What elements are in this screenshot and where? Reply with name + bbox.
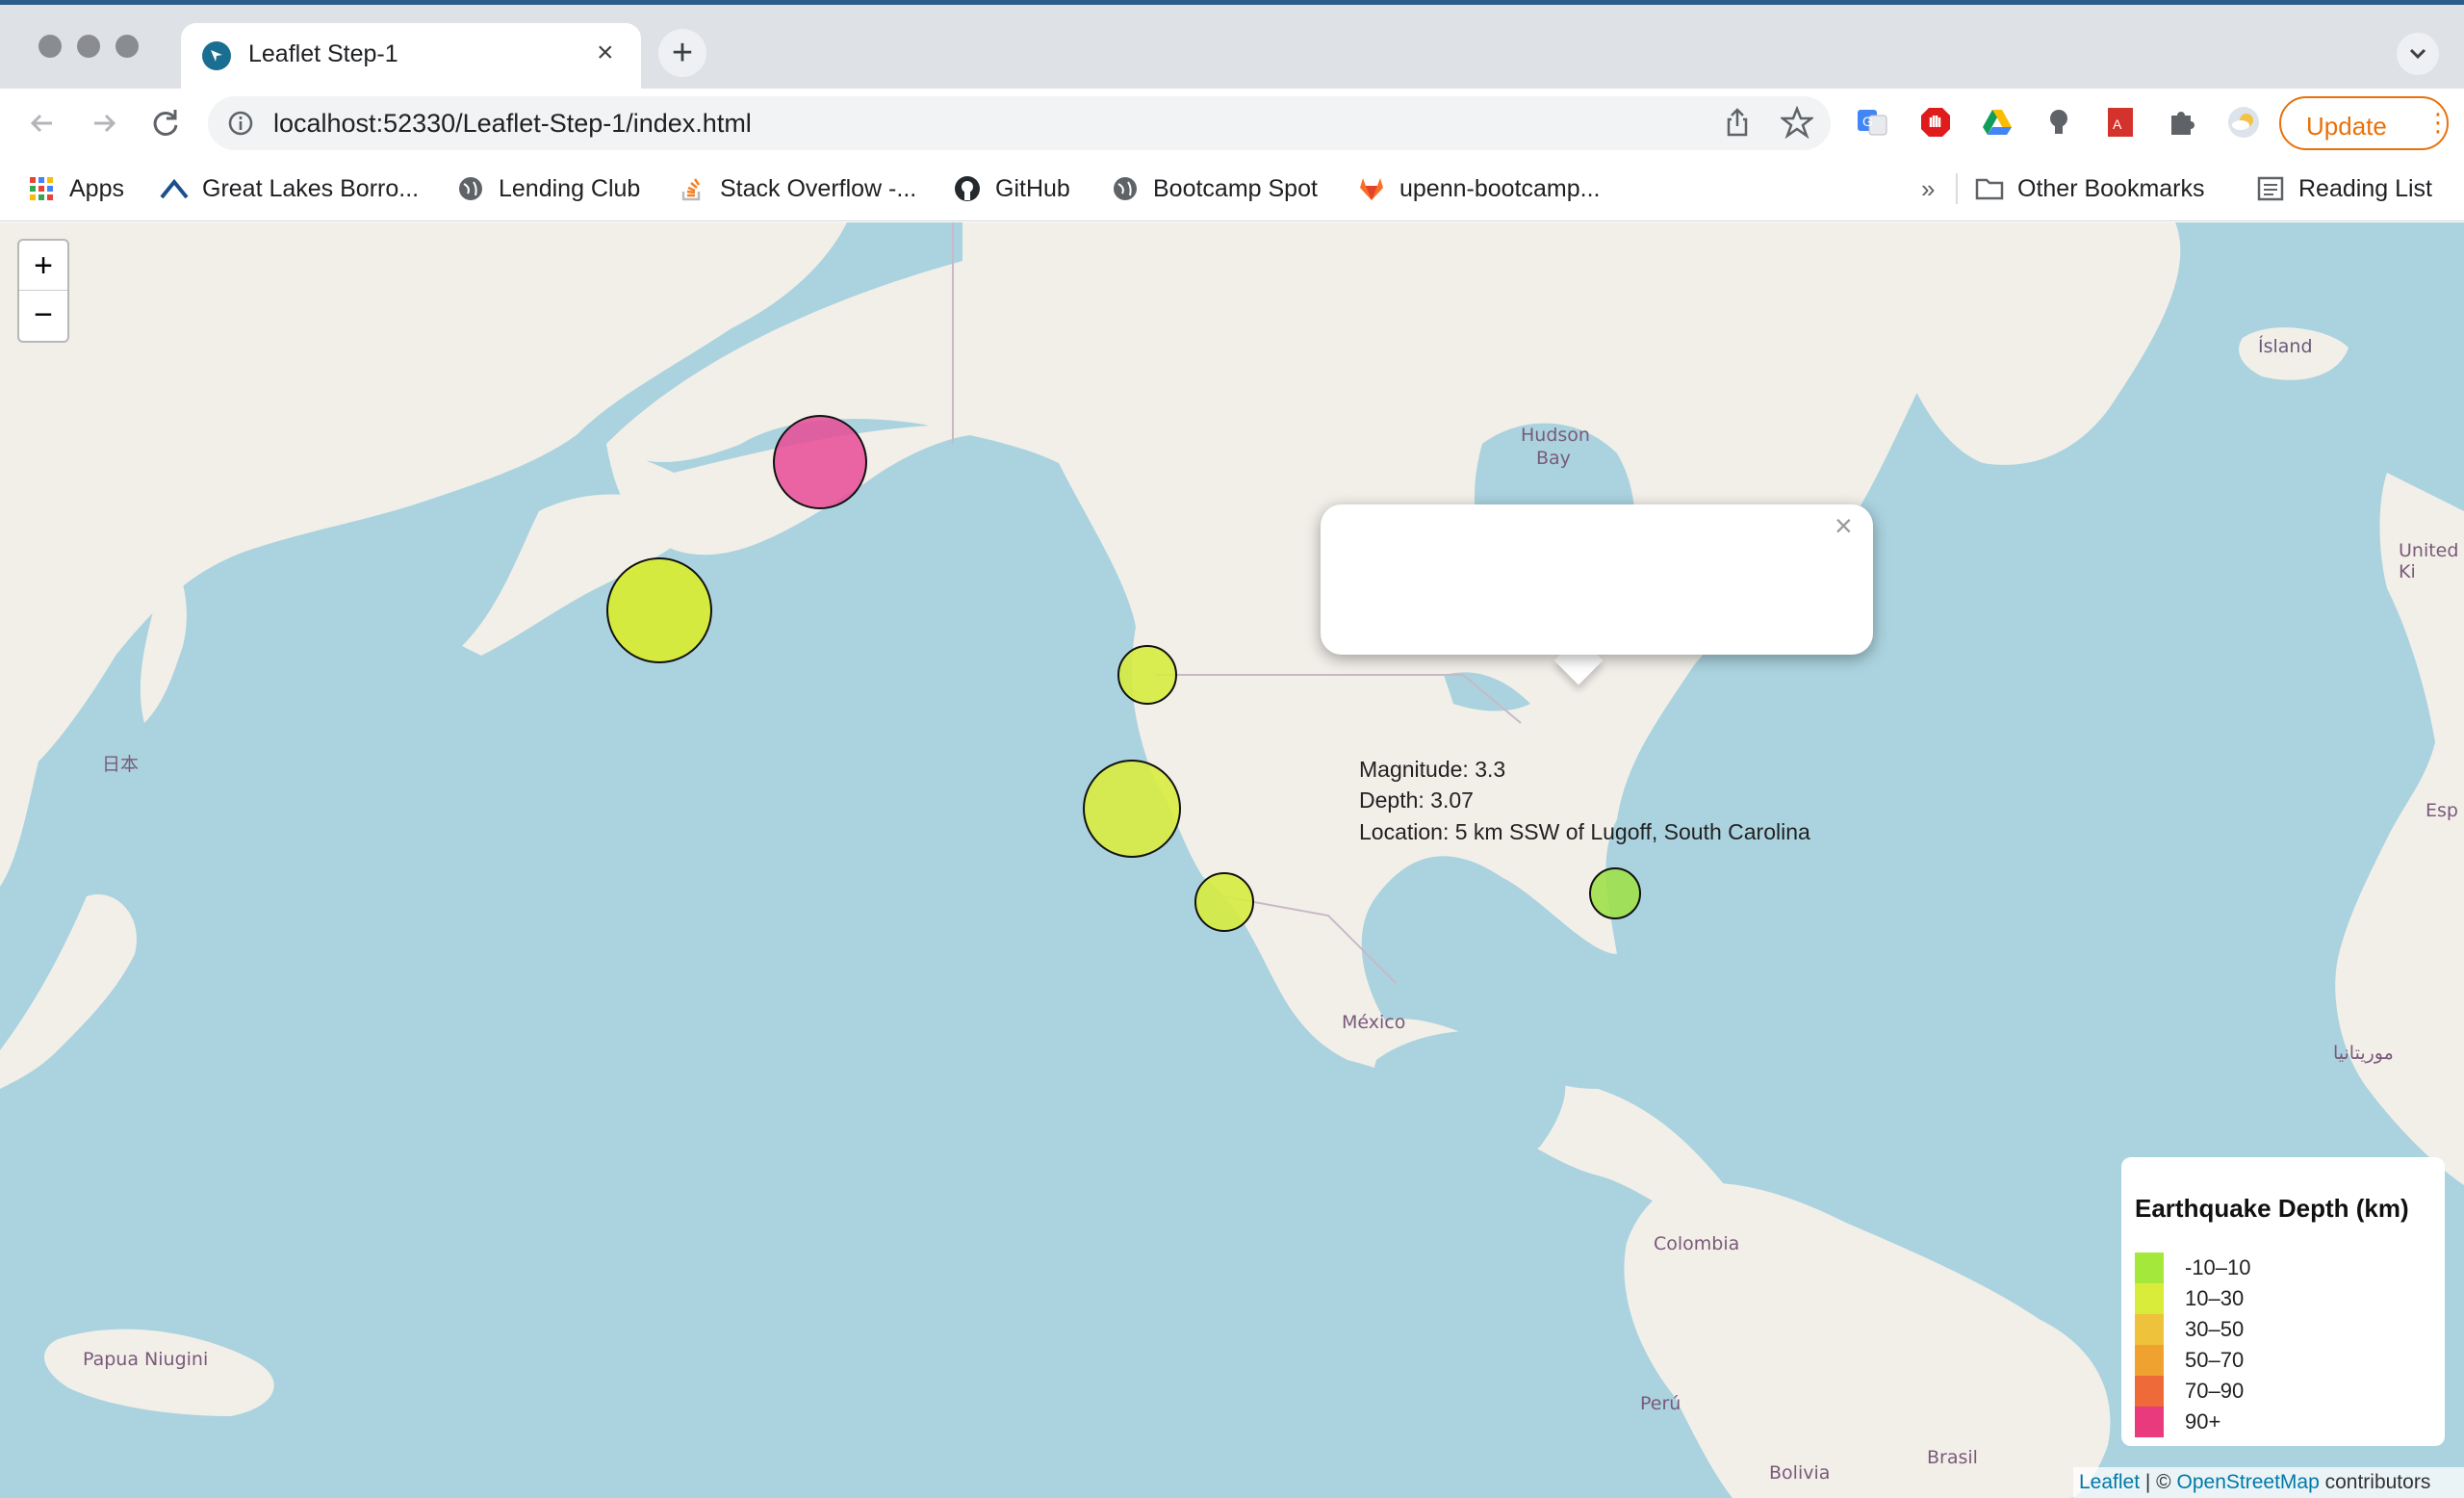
- tab-strip: Leaflet Step-1 × +: [0, 0, 2464, 89]
- legend-swatch: [2135, 1345, 2164, 1376]
- map-attribution: Leaflet | © OpenStreetMap contributors: [2073, 1467, 2464, 1498]
- svg-text:G: G: [1862, 114, 1873, 129]
- other-bookmarks-label: Other Bookmarks: [2017, 174, 2205, 202]
- zoom-out-button[interactable]: −: [19, 292, 67, 342]
- alaska-quake[interactable]: [773, 415, 867, 509]
- bookmark-label: Great Lakes Borro...: [202, 174, 420, 202]
- bookmark-upenn-bootcamp[interactable]: upenn-bootcamp...: [1357, 169, 1600, 208]
- attribution-separator: | ©: [2140, 1471, 2177, 1493]
- leaflet-map[interactable]: Hudson Bay Ísland United Ki Esp 日本 Méxic…: [0, 222, 2464, 1498]
- legend-swatch: [2135, 1283, 2164, 1314]
- zoom-control: + −: [17, 239, 69, 343]
- legend-item: 30–50: [2135, 1314, 2245, 1345]
- legend-swatch: [2135, 1407, 2164, 1437]
- tab-title: Leaflet Step-1: [248, 40, 398, 67]
- google-translate-icon[interactable]: G: [1856, 106, 1888, 139]
- close-window-button[interactable]: [38, 35, 62, 58]
- legend-item: 70–90: [2135, 1376, 2245, 1407]
- url-text[interactable]: localhost:52330/Leaflet-Step-1/index.htm…: [273, 109, 752, 139]
- bookmark-github[interactable]: GitHub: [953, 169, 1070, 208]
- reading-list-icon: [2256, 174, 2285, 203]
- legend-swatch: [2135, 1314, 2164, 1345]
- adblock-icon[interactable]: [1919, 106, 1952, 139]
- openstreetmap-link[interactable]: OpenStreetMap: [2177, 1471, 2320, 1493]
- svg-text:A: A: [2113, 116, 2122, 132]
- pdf-extension-icon[interactable]: A: [2104, 106, 2137, 139]
- legend-label: 90+: [2185, 1409, 2221, 1433]
- bookmark-great-lakes[interactable]: Great Lakes Borro...: [160, 169, 419, 208]
- popup-depth: Depth: 3.07: [1359, 788, 1474, 813]
- legend-label: 30–50: [2185, 1317, 2245, 1341]
- legend-swatch: [2135, 1253, 2164, 1283]
- google-drive-icon[interactable]: [1981, 106, 2014, 139]
- folder-icon: [1975, 174, 2004, 203]
- bookmark-star-icon[interactable]: [1779, 105, 1815, 140]
- tab-close-icon[interactable]: ×: [597, 39, 614, 67]
- popup-magnitude: Magnitude: 3.3: [1359, 757, 1506, 782]
- maximize-window-button[interactable]: [116, 35, 139, 58]
- leaflet-favicon-icon: [202, 41, 231, 70]
- legend-item: 10–30: [2135, 1283, 2245, 1314]
- bookmark-apps[interactable]: Apps: [27, 169, 124, 208]
- bookmark-label: upenn-bootcamp...: [1399, 174, 1601, 202]
- aleutian-quake[interactable]: [606, 557, 712, 663]
- popup-close-icon[interactable]: ×: [1835, 510, 1853, 541]
- lightbulb-icon[interactable]: [2042, 106, 2075, 139]
- bookmarks-overflow-button[interactable]: »: [1921, 169, 1935, 208]
- earthquake-popup: [1321, 504, 1873, 655]
- legend-swatch: [2135, 1376, 2164, 1407]
- back-arrow-icon[interactable]: [23, 104, 62, 142]
- earthquake-markers-layer: [606, 415, 1641, 932]
- bookmark-stack-overflow[interactable]: Stack Overflow -...: [678, 169, 916, 208]
- bookmark-label: Apps: [69, 174, 124, 202]
- share-icon[interactable]: [1721, 106, 1754, 139]
- bookmark-label: Bootcamp Spot: [1153, 174, 1318, 202]
- new-tab-button[interactable]: +: [658, 29, 706, 77]
- legend-label: 50–70: [2185, 1348, 2245, 1372]
- update-chrome-button[interactable]: Update ⋮: [2279, 96, 2451, 150]
- bookmark-bootcamp-spot[interactable]: Bootcamp Spot: [1111, 169, 1318, 208]
- stack-overflow-icon: [678, 174, 706, 203]
- bookmark-label: GitHub: [995, 174, 1070, 202]
- other-bookmarks-folder[interactable]: Other Bookmarks: [1975, 169, 2205, 208]
- south-carolina-quake[interactable]: [1589, 867, 1641, 919]
- bookmarks-divider: [1956, 173, 1958, 204]
- browser-menu-icon[interactable]: ⋮: [2426, 110, 2451, 135]
- legend-label: -10–10: [2185, 1255, 2251, 1279]
- site-info-icon[interactable]: [227, 110, 254, 142]
- bookmark-label: Lending Club: [499, 174, 641, 202]
- profile-avatar-icon[interactable]: [2227, 106, 2260, 139]
- washington-quake[interactable]: [1117, 645, 1177, 705]
- tab-search-button[interactable]: [2397, 33, 2439, 75]
- great-lakes-icon: [160, 174, 189, 203]
- apps-grid-icon: [27, 174, 56, 203]
- reload-icon[interactable]: [146, 104, 185, 142]
- github-icon: [953, 174, 982, 203]
- legend-item: 50–70: [2135, 1345, 2245, 1376]
- globe-icon: [456, 174, 485, 203]
- legend-label: 70–90: [2185, 1379, 2245, 1403]
- legend-item: 90+: [2135, 1407, 2221, 1437]
- update-label: Update: [2306, 112, 2387, 141]
- california-north-quake[interactable]: [1083, 760, 1181, 858]
- leaflet-link[interactable]: Leaflet: [2079, 1471, 2140, 1493]
- window-top-accent: [0, 0, 2464, 5]
- bookmark-lending-club[interactable]: Lending Club: [456, 169, 640, 208]
- zoom-in-button[interactable]: +: [19, 241, 67, 291]
- globe-icon: [1111, 174, 1140, 203]
- gitlab-icon: [1357, 174, 1386, 203]
- popup-location: Location: 5 km SSW of Lugoff, South Caro…: [1359, 819, 1810, 844]
- legend-title: Earthquake Depth (km): [2135, 1194, 2409, 1223]
- california-south-quake[interactable]: [1194, 872, 1254, 932]
- legend-item: -10–10: [2135, 1253, 2251, 1283]
- attribution-contributors: contributors: [2319, 1471, 2431, 1493]
- reading-list-button[interactable]: Reading List: [2256, 169, 2432, 208]
- extensions-puzzle-icon[interactable]: [2166, 106, 2198, 139]
- reading-list-label: Reading List: [2298, 174, 2432, 202]
- legend-label: 10–30: [2185, 1286, 2245, 1310]
- minimize-window-button[interactable]: [77, 35, 100, 58]
- forward-arrow-icon[interactable]: [85, 104, 123, 142]
- bookmark-label: Stack Overflow -...: [720, 174, 917, 202]
